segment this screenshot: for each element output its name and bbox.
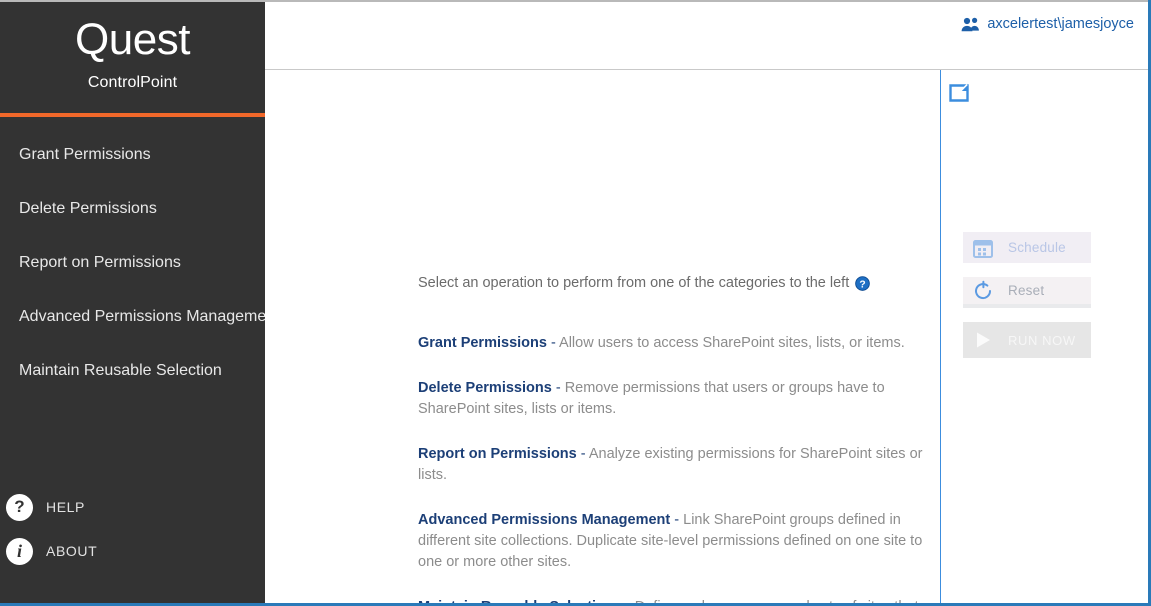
intro-row: Select an operation to perform from one … bbox=[418, 275, 943, 291]
operation-item: Maintain Reusable Selections - Define an… bbox=[418, 597, 943, 606]
right-action-panel: Schedule Reset RUN NOW bbox=[942, 70, 1148, 603]
sidebar-item-delete-permissions[interactable]: Delete Permissions bbox=[0, 182, 265, 236]
sidebar-item-grant-permissions[interactable]: Grant Permissions bbox=[0, 128, 265, 182]
brand-area: Quest ControlPoint bbox=[0, 2, 265, 112]
run-now-label: RUN NOW bbox=[1008, 333, 1076, 348]
user-name-label: axcelertest\jamesjoyce bbox=[987, 16, 1134, 32]
operation-link-grant-permissions[interactable]: Grant Permissions bbox=[418, 335, 547, 351]
calendar-icon bbox=[972, 237, 994, 259]
content-body: Select an operation to perform from one … bbox=[418, 275, 943, 606]
orange-accent-bar bbox=[0, 113, 265, 117]
application-window: Quest ControlPoint Grant Permissions Del… bbox=[0, 0, 1151, 606]
operation-link-maintain-reusable-selections[interactable]: Maintain Reusable Selections bbox=[418, 599, 622, 606]
action-buttons: Schedule Reset RUN NOW bbox=[963, 232, 1091, 372]
operation-dash: - bbox=[577, 446, 589, 462]
about-label: ABOUT bbox=[46, 543, 97, 559]
open-in-new-window-icon[interactable] bbox=[949, 83, 969, 102]
sidebar: Quest ControlPoint Grant Permissions Del… bbox=[0, 2, 265, 603]
reset-label: Reset bbox=[1008, 283, 1044, 298]
quest-logo: Quest bbox=[0, 18, 265, 62]
schedule-label: Schedule bbox=[1008, 240, 1066, 255]
main-content: Select an operation to perform from one … bbox=[265, 70, 941, 603]
help-label: HELP bbox=[46, 499, 85, 515]
product-name: ControlPoint bbox=[0, 74, 265, 92]
sidebar-nav: Grant Permissions Delete Permissions Rep… bbox=[0, 128, 265, 398]
run-now-button[interactable]: RUN NOW bbox=[963, 322, 1091, 358]
about-button[interactable]: i ABOUT bbox=[0, 529, 265, 573]
operation-dash: - bbox=[552, 380, 565, 396]
sidebar-item-advanced-permissions-management[interactable]: Advanced Permissions Management bbox=[0, 290, 265, 344]
sidebar-item-maintain-reusable-selection[interactable]: Maintain Reusable Selection bbox=[0, 344, 265, 398]
operation-link-report-on-permissions[interactable]: Report on Permissions bbox=[418, 446, 577, 462]
operation-description: Allow users to access SharePoint sites, … bbox=[559, 335, 905, 351]
question-mark-icon: ? bbox=[6, 494, 33, 521]
schedule-button[interactable]: Schedule bbox=[963, 232, 1091, 263]
help-circle-icon[interactable]: ? bbox=[855, 276, 870, 291]
help-button[interactable]: ? HELP bbox=[0, 485, 265, 529]
operation-item: Grant Permissions - Allow users to acces… bbox=[418, 333, 943, 354]
svg-text:?: ? bbox=[860, 279, 866, 290]
sidebar-footer: ? HELP i ABOUT bbox=[0, 485, 265, 573]
play-icon bbox=[972, 329, 994, 351]
operation-link-advanced-permissions-management[interactable]: Advanced Permissions Management bbox=[418, 512, 670, 528]
operation-dash: - bbox=[547, 335, 559, 351]
operation-link-delete-permissions[interactable]: Delete Permissions bbox=[418, 380, 552, 396]
current-user[interactable]: axcelertest\jamesjoyce bbox=[961, 16, 1134, 32]
intro-text: Select an operation to perform from one … bbox=[418, 275, 849, 291]
sidebar-item-report-on-permissions[interactable]: Report on Permissions bbox=[0, 236, 265, 290]
info-icon: i bbox=[6, 538, 33, 565]
operation-item: Delete Permissions - Remove permissions … bbox=[418, 378, 943, 420]
operation-item: Report on Permissions - Analyze existing… bbox=[418, 444, 943, 486]
operation-dash: - bbox=[622, 599, 635, 606]
users-icon bbox=[961, 17, 980, 32]
top-header: axcelertest\jamesjoyce bbox=[265, 2, 1148, 70]
reset-button[interactable]: Reset bbox=[963, 277, 1091, 308]
operation-dash: - bbox=[670, 512, 683, 528]
refresh-icon bbox=[972, 280, 994, 302]
operation-item: Advanced Permissions Management - Link S… bbox=[418, 510, 943, 573]
